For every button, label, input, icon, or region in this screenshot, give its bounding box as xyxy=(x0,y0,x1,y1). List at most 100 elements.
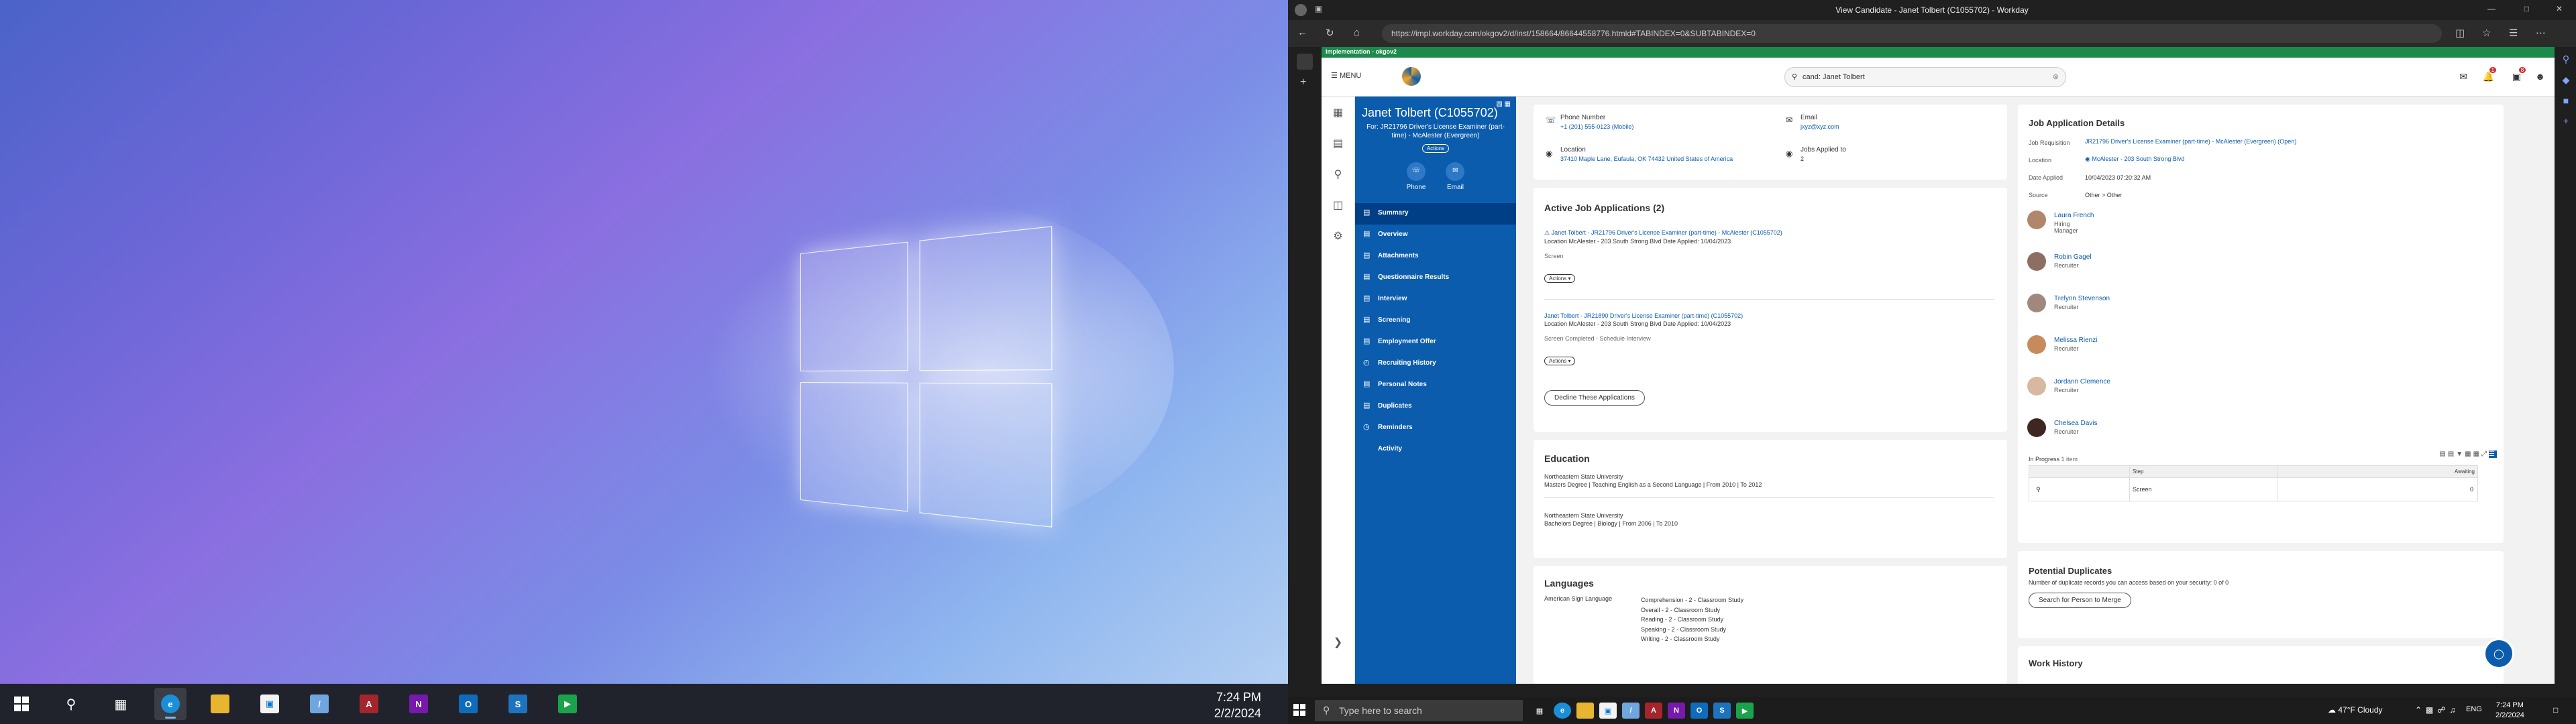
nav-overview[interactable]: ▤ Overview xyxy=(1355,225,1516,246)
outlook-icon[interactable]: O xyxy=(1690,703,1708,719)
avatar xyxy=(2027,418,2046,437)
nav-screening[interactable]: ▤ Screening xyxy=(1355,310,1516,332)
application-link[interactable]: Janet Tolbert - JR21890 Driver's License… xyxy=(1544,312,1994,319)
home-icon[interactable]: ⌂ xyxy=(1354,27,1360,38)
onenote-icon[interactable]: N xyxy=(402,688,435,720)
sidebar-search-icon[interactable]: ⚲ xyxy=(2556,54,2576,65)
rail-search-icon[interactable]: ⚲ xyxy=(1322,158,1354,189)
language-skill: Comprehension - 2 - Classroom Study xyxy=(1641,595,1743,605)
search-icon[interactable]: ⚲ xyxy=(2029,478,2130,501)
notifications-icon[interactable]: 🔔 1 xyxy=(2483,71,2494,82)
app-s-icon[interactable]: S xyxy=(1713,703,1731,719)
file-explorer-icon[interactable] xyxy=(1576,703,1594,719)
task-view-icon[interactable]: ▦ xyxy=(105,688,137,720)
candidate-actions-button[interactable]: Actions xyxy=(1422,144,1449,153)
person-name: Jordann Clemence xyxy=(2054,378,2110,385)
detail-value[interactable]: JR21796 Driver's License Examiner (part-… xyxy=(2085,138,2296,145)
refresh-icon[interactable]: ↻ xyxy=(1326,27,1334,39)
chat-icon[interactable]: ✉ xyxy=(2459,71,2467,82)
phone-button[interactable]: ☏ Phone xyxy=(1407,162,1426,191)
sidebar-office-icon[interactable]: ■ xyxy=(2556,95,2576,106)
panel-tools-icon[interactable]: ▧ ▦ xyxy=(1496,101,1511,108)
more-icon[interactable]: ⋯ xyxy=(2536,27,2546,39)
sidebar-add-icon[interactable]: + xyxy=(2556,115,2576,126)
assistant-icon[interactable]: ◯ xyxy=(2483,638,2514,669)
sidebar-copilot-icon[interactable]: ◆ xyxy=(2556,74,2576,86)
application-link[interactable]: ⚠ Janet Tolbert - JR21796 Driver's Licen… xyxy=(1544,229,1994,237)
collections-icon[interactable]: ☰ xyxy=(2509,27,2518,39)
access-icon[interactable]: A xyxy=(353,688,385,720)
url-input[interactable]: https://impl.workday.com/okgov2/d/inst/1… xyxy=(1382,24,2442,43)
inbox-icon[interactable]: ▣ 8 xyxy=(2512,71,2521,82)
location-value[interactable]: 37410 Maple Lane, Eufaula, OK 74432 Unit… xyxy=(1560,156,1733,162)
app-green-icon[interactable]: ▶ xyxy=(551,688,584,720)
favorites-icon[interactable]: ☆ xyxy=(2482,27,2491,39)
pen-app-icon[interactable]: / xyxy=(303,688,335,720)
rail-expand-icon[interactable]: ❯ xyxy=(1322,626,1354,657)
nav-employment-offer[interactable]: ▤ Employment Offer xyxy=(1355,332,1516,353)
minimize-icon[interactable]: — xyxy=(2487,4,2496,13)
nav-reminders[interactable]: ◷ Reminders xyxy=(1355,418,1516,439)
store-icon[interactable]: ▣ xyxy=(1599,703,1617,719)
weather-widget[interactable]: ☁ 47°F Cloudy xyxy=(2328,705,2383,715)
email-button[interactable]: ✉ Email xyxy=(1446,162,1464,191)
application-actions-button[interactable]: Actions ▾ xyxy=(1544,357,1575,365)
edge-sidebar: ⚲ ◆ ■ + xyxy=(2556,47,2576,684)
split-icon[interactable]: ◫ xyxy=(2455,27,2465,39)
global-search-input[interactable]: ⚲ cand: Janet Tolbert ⊗ xyxy=(1784,67,2066,87)
clock[interactable]: 7:24 PM 2/2/2024 xyxy=(2496,701,2524,721)
language-indicator[interactable]: ENG xyxy=(2466,705,2482,713)
start-button[interactable] xyxy=(1293,704,1305,718)
nav-attachments[interactable]: ▤ Attachments xyxy=(1355,246,1516,267)
maximize-icon[interactable]: □ xyxy=(2524,4,2529,13)
nav-recruiting-history[interactable]: ◴ Recruiting History xyxy=(1355,353,1516,375)
tray-icons[interactable]: ⌃▩☍♫ xyxy=(2415,705,2460,715)
nav-duplicates[interactable]: ▤ Duplicates xyxy=(1355,396,1516,418)
phone-value[interactable]: +1 (201) 555-0123 (Mobile) xyxy=(1560,123,1633,130)
app-green-icon[interactable]: ▶ xyxy=(1736,703,1754,719)
menu-button[interactable]: ☰ MENU xyxy=(1331,71,1361,80)
workday-logo[interactable] xyxy=(1402,67,1421,86)
profile-icon[interactable]: ☻ xyxy=(2535,71,2545,82)
clear-search-icon[interactable]: ⊗ xyxy=(2053,72,2059,81)
taskbar-search-input[interactable]: ⚲ Type here to search xyxy=(1315,700,1523,721)
nav-summary[interactable]: ▤ Summary xyxy=(1355,203,1516,225)
table-row[interactable]: ⚲ Screen 0 xyxy=(2029,478,2477,501)
table-toolbar[interactable]: ▤▤▼▦▦⤢☰ xyxy=(2439,450,2497,458)
store-icon[interactable]: ▣ xyxy=(254,688,286,720)
rail-doc-icon[interactable]: ▤ xyxy=(1322,127,1354,158)
clock[interactable]: 7:24 PM 2/2/2024 xyxy=(1214,689,1261,721)
search-icon[interactable]: ⚲ xyxy=(55,688,87,720)
task-view-icon[interactable]: ▦ xyxy=(1531,703,1548,719)
new-tab-icon[interactable]: + xyxy=(1300,76,1309,88)
tab-workday[interactable] xyxy=(1297,54,1313,70)
back-icon[interactable]: ← xyxy=(1297,27,1307,38)
person-role: Recruiter xyxy=(2054,345,2079,352)
nav-questionnaire-results[interactable]: ▤ Questionnaire Results xyxy=(1355,267,1516,289)
notification-center-icon[interactable]: □ xyxy=(2553,705,2558,715)
nav-activity[interactable]: Activity xyxy=(1355,439,1516,461)
application-actions-button[interactable]: Actions ▾ xyxy=(1544,274,1575,283)
nav-personal-notes[interactable]: ▤ Personal Notes xyxy=(1355,375,1516,396)
email-value[interactable]: jxyz@xyz.com xyxy=(1801,123,1839,130)
access-icon[interactable]: A xyxy=(1645,703,1662,719)
pen-app-icon[interactable]: / xyxy=(1622,703,1640,719)
app-s-icon[interactable]: S xyxy=(502,688,534,720)
file-explorer-icon[interactable] xyxy=(204,688,236,720)
rail-org-icon[interactable]: ◫ xyxy=(1322,189,1354,220)
candidate-name: Janet Tolbert (C1055702) xyxy=(1355,97,1516,123)
close-icon[interactable]: ✕ xyxy=(2556,4,2563,13)
rail-settings-icon[interactable]: ⚙ xyxy=(1322,220,1354,251)
decline-applications-button[interactable]: Decline These Applications xyxy=(1544,390,1645,406)
detail-value[interactable]: ◉ McAlester - 203 South Strong Blvd xyxy=(2085,156,2184,163)
edge-taskbar-icon[interactable]: e xyxy=(154,688,186,720)
start-button[interactable] xyxy=(5,688,38,720)
workday-left-rail: ▦ ▤ ⚲ ◫ ⚙ ❯ xyxy=(1322,97,1355,684)
onenote-icon[interactable]: N xyxy=(1668,703,1685,719)
location-label: Location xyxy=(1560,146,1586,154)
rail-apps-icon[interactable]: ▦ xyxy=(1322,97,1354,127)
edge-taskbar-icon[interactable]: e xyxy=(1554,703,1571,719)
search-person-merge-button[interactable]: Search for Person to Merge xyxy=(2029,593,2131,608)
nav-interview[interactable]: ▤ Interview xyxy=(1355,289,1516,310)
outlook-icon[interactable]: O xyxy=(452,688,484,720)
